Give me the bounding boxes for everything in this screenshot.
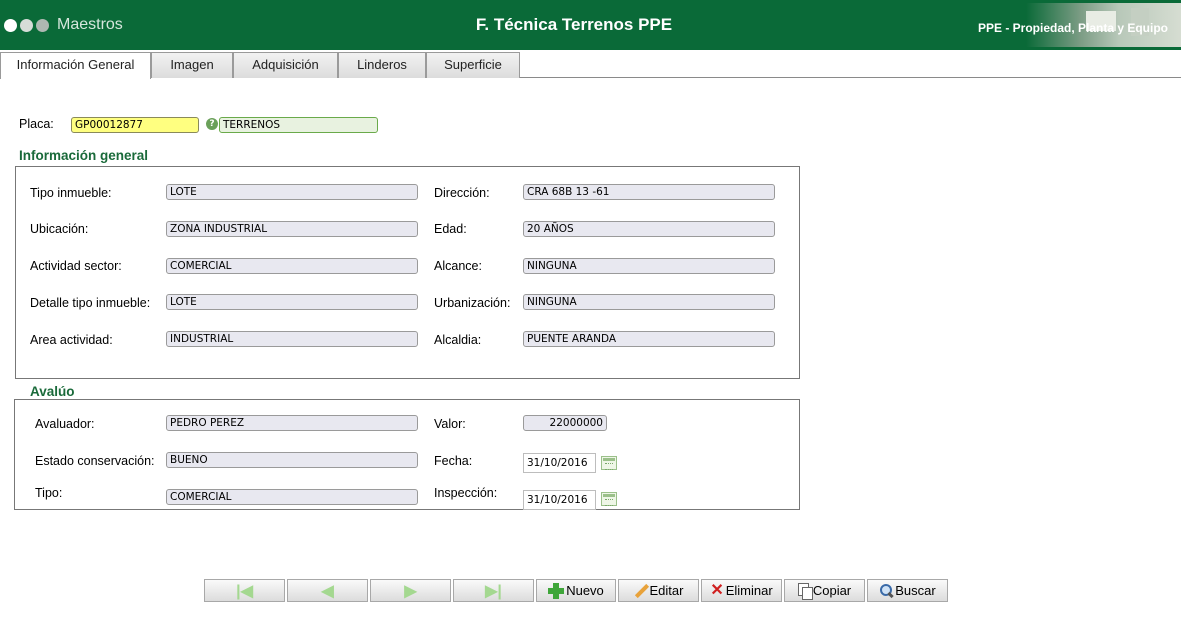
estado-conservacion-label: Estado conservación:: [35, 454, 155, 468]
tab-adquisicion[interactable]: Adquisición: [233, 52, 338, 78]
area-actividad-label: Area actividad:: [30, 333, 113, 347]
inspeccion-label: Inspección:: [434, 486, 498, 500]
plus-icon: [548, 582, 565, 599]
previous-record-button[interactable]: ◀: [287, 579, 368, 602]
eliminar-button[interactable]: ✕ Eliminar: [701, 579, 782, 602]
urbanizacion-field[interactable]: NINGUNA: [523, 294, 775, 310]
avaluador-field[interactable]: PEDRO PEREZ: [166, 415, 418, 431]
ubicacion-label: Ubicación:: [30, 222, 89, 236]
detalle-tipo-inmueble-field[interactable]: LOTE: [166, 294, 418, 310]
edad-field[interactable]: 20 AÑOS: [523, 221, 775, 237]
buscar-button[interactable]: Buscar: [867, 579, 948, 602]
nuevo-button[interactable]: Nuevo: [536, 579, 616, 602]
inspeccion-field[interactable]: 31/10/2016: [523, 490, 596, 510]
alcaldia-field[interactable]: PUENTE ARANDA: [523, 331, 775, 347]
tipo-inmueble-label: Tipo inmueble:: [30, 186, 112, 200]
actividad-sector-field[interactable]: COMERCIAL: [166, 258, 418, 274]
tab-imagen[interactable]: Imagen: [151, 52, 233, 78]
direccion-label: Dirección:: [434, 186, 490, 200]
alcaldia-label: Alcaldia:: [434, 333, 482, 347]
avaluador-label: Avaluador:: [35, 417, 95, 431]
tab-bar: Información General Imagen Adquisición L…: [0, 50, 1181, 79]
valor-label: Valor:: [434, 417, 466, 431]
tab-linderos[interactable]: Linderos: [338, 52, 426, 78]
tab-informacion-general[interactable]: Información General: [0, 52, 151, 79]
last-record-button[interactable]: ▶|: [453, 579, 534, 602]
last-icon: ▶|: [485, 582, 502, 600]
editar-label: Editar: [649, 583, 684, 598]
first-record-button[interactable]: |◀: [204, 579, 285, 602]
placa-description-field: TERRENOS: [219, 117, 378, 133]
editar-button[interactable]: Editar: [618, 579, 699, 602]
alcance-field[interactable]: NINGUNA: [523, 258, 775, 274]
edad-label: Edad:: [434, 222, 467, 236]
placa-input[interactable]: GP00012877: [71, 117, 199, 133]
alcance-label: Alcance:: [434, 259, 482, 273]
section-informacion-general-title: Información general: [19, 148, 149, 163]
area-actividad-field[interactable]: INDUSTRIAL: [166, 331, 418, 347]
fecha-label: Fecha:: [434, 454, 473, 468]
first-icon: |◀: [236, 582, 253, 600]
actividad-sector-label: Actividad sector:: [30, 259, 122, 273]
direccion-field[interactable]: CRA 68B 13 -61: [523, 184, 775, 200]
arrow-right-icon: ▶: [404, 582, 417, 600]
copiar-label: Copiar: [812, 583, 852, 598]
urbanizacion-label: Urbanización:: [434, 296, 511, 310]
valor-field[interactable]: 22000000: [523, 415, 607, 431]
delete-x-icon: ✕: [710, 581, 724, 599]
copy-icon: [797, 583, 813, 600]
calendar-icon[interactable]: [601, 492, 617, 506]
tipo-field[interactable]: COMERCIAL: [166, 489, 418, 505]
detalle-tipo-inmueble-label: Detalle tipo inmueble:: [30, 296, 151, 310]
nuevo-label: Nuevo: [566, 583, 604, 598]
tipo-inmueble-field[interactable]: LOTE: [166, 184, 418, 200]
arrow-left-icon: ◀: [321, 582, 334, 600]
placa-label: Placa:: [19, 117, 54, 131]
buscar-label: Buscar: [895, 583, 936, 598]
app-header: Maestros F. Técnica Terrenos PPE PPE - P…: [0, 0, 1181, 50]
page-title: F. Técnica Terrenos PPE: [475, 15, 673, 34]
fecha-field[interactable]: 31/10/2016: [523, 453, 596, 473]
pencil-icon: [634, 584, 648, 598]
question-icon[interactable]: ?: [206, 118, 218, 130]
calendar-icon[interactable]: [601, 456, 617, 470]
ubicacion-field[interactable]: ZONA INDUSTRIAL: [166, 221, 418, 237]
search-icon: [879, 583, 893, 598]
eliminar-label: Eliminar: [725, 583, 773, 598]
next-record-button[interactable]: ▶: [370, 579, 451, 602]
tab-superficie[interactable]: Superficie: [426, 52, 520, 78]
copiar-button[interactable]: Copiar: [784, 579, 865, 602]
app-subtitle: PPE - Propiedad, Planta y Equipo: [977, 21, 1168, 35]
estado-conservacion-field[interactable]: BUENO: [166, 452, 418, 468]
tipo-label: Tipo:: [35, 486, 63, 500]
section-avaluo-title: Avalúo: [30, 384, 75, 399]
